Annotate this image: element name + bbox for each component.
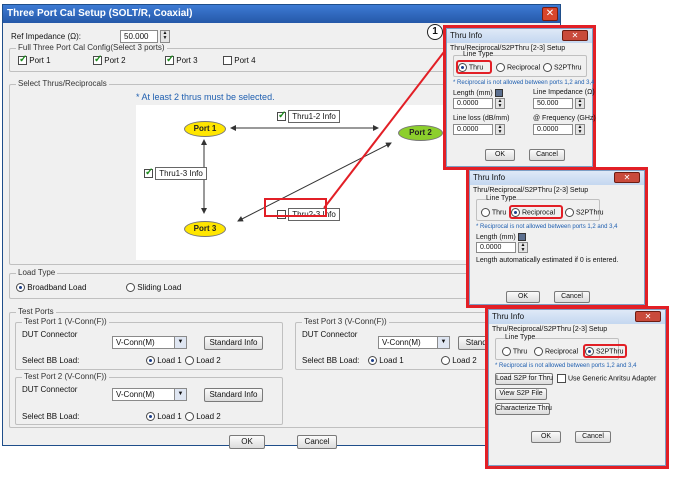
dialog1-linetype-label: Line Type — [463, 51, 494, 58]
thru23-highlight — [264, 198, 327, 217]
dialog1-loss-input[interactable]: 0.0000 — [453, 124, 493, 135]
dialog3-characterize-button[interactable]: Characterize Thru — [495, 403, 552, 415]
dialog1-freq-label: @ Frequency (GHz) — [533, 115, 596, 122]
dialog1-impedance-spinner[interactable]: ▲ ▼ — [575, 98, 585, 109]
dialog2-length-input[interactable]: 0.0000 — [476, 242, 516, 253]
dialog1-reciprocal-option[interactable]: Reciprocal — [496, 63, 540, 72]
calculator-icon[interactable] — [494, 89, 503, 97]
dialog1-note: * Reciprocal is not allowed between port… — [453, 80, 595, 86]
dialog1-impedance-input[interactable]: 50.000 — [533, 98, 573, 109]
dialog3-s2pthru-highlight — [583, 344, 627, 358]
dialog1-s2pthru-label: S2PThru — [553, 64, 582, 72]
dialog1-close-button[interactable]: ✕ — [562, 30, 588, 41]
calculator-icon[interactable] — [517, 233, 526, 241]
thru-info-dialog-thru: Thru Info ✕ Thru/Reciprocal/S2PThru [2-3… — [446, 28, 596, 167]
thru-info-dialog-s2pthru: Thru Info ✕ Thru/Reciprocal/S2PThru [2-3… — [488, 309, 666, 466]
dialog3-generic-adapter-checkbox[interactable] — [557, 374, 566, 383]
callout-number: 1 — [427, 24, 443, 40]
dialog2-linetype-label: Line Type — [486, 195, 517, 202]
dialog2-s2pthru-option[interactable]: S2PThru — [565, 208, 604, 217]
dialog3-reciprocal-option[interactable]: Reciprocal — [534, 347, 578, 356]
dialog1-loss-spinner[interactable]: ▲ ▼ — [495, 124, 505, 135]
dialog3-thru-option[interactable]: Thru — [502, 347, 527, 356]
dialog1-reciprocal-radio[interactable] — [496, 63, 505, 72]
dialog1-freq-input[interactable]: 0.0000 — [533, 124, 573, 135]
dialog2-note: * Reciprocal is not allowed between port… — [476, 224, 618, 230]
dialog1-length-text: Length (mm) — [453, 89, 493, 97]
dialog2-cancel-button[interactable]: Cancel — [554, 291, 590, 303]
dialog1-length-spinner[interactable]: ▲ ▼ — [495, 98, 505, 109]
dialog1-thru-highlight — [456, 60, 492, 74]
dialog1-reciprocal-label: Reciprocal — [506, 64, 541, 72]
dialog1-length-input[interactable]: 0.0000 — [453, 98, 493, 109]
dialog2-s2pthru-label: S2PThru — [575, 209, 604, 217]
dialog2-s2pthru-radio[interactable] — [565, 208, 574, 217]
dialog1-freq-spinner[interactable]: ▲ ▼ — [575, 124, 585, 135]
dialog3-note: * Reciprocal is not allowed between port… — [495, 363, 637, 369]
dialog3-reciprocal-label: Reciprocal — [544, 348, 579, 356]
dialog2-length-text: Length (mm) — [476, 233, 516, 241]
dialog3-cancel-button[interactable]: Cancel — [575, 431, 611, 443]
dialog3-generic-adapter-option[interactable]: Use Generic Anritsu Adapter — [557, 374, 656, 383]
dialog1-s2pthru-option[interactable]: S2PThru — [543, 63, 582, 72]
dialog3-thru-label: Thru — [512, 348, 528, 356]
dialog2-length-spinner[interactable]: ▲ ▼ — [518, 242, 528, 253]
dialog2-section: Thru/Reciprocal/S2PThru [2-3] Setup — [473, 187, 589, 194]
dialog3-reciprocal-radio[interactable] — [534, 347, 543, 356]
dialog2-ok-button[interactable]: OK — [506, 291, 540, 303]
dialog1-length-label: Length (mm) — [453, 89, 503, 97]
dialog1-s2pthru-radio[interactable] — [543, 63, 552, 72]
dialog2-reciprocal-highlight — [509, 205, 563, 219]
dialog2-close-button[interactable]: ✕ — [614, 172, 640, 183]
dialog3-ok-button[interactable]: OK — [531, 431, 561, 443]
dialog3-load-s2p-button[interactable]: Load S2P for Thru — [495, 373, 553, 385]
dialog2-length-label: Length (mm) — [476, 233, 526, 241]
dialog3-generic-adapter-label: Use Generic Anritsu Adapter — [567, 375, 657, 383]
dialog2-thru-radio[interactable] — [481, 208, 490, 217]
thru-info-dialog-reciprocal: Thru Info ✕ Thru/Reciprocal/S2PThru [2-3… — [469, 170, 645, 305]
dialog2-thru-label: Thru — [491, 209, 507, 217]
dialog1-loss-label: Line loss (dB/mm) — [453, 115, 510, 122]
dialog2-thru-option[interactable]: Thru — [481, 208, 506, 217]
dialog1-impedance-label: Line Impedance (Ω) — [533, 89, 595, 96]
dialog1-cancel-button[interactable]: Cancel — [529, 149, 565, 161]
callout-pointer — [323, 47, 448, 209]
dialog3-linetype-label: Line Type — [505, 334, 536, 341]
dialog3-close-button[interactable]: ✕ — [635, 311, 661, 322]
dialog3-section: Thru/Reciprocal/S2PThru [2-3] Setup — [492, 326, 608, 333]
dialog1-ok-button[interactable]: OK — [485, 149, 515, 161]
dialog3-view-s2p-button[interactable]: View S2P File — [495, 388, 547, 400]
dialog3-thru-radio[interactable] — [502, 347, 511, 356]
dialog2-auto-note: Length automatically estimated if 0 is e… — [476, 257, 619, 264]
